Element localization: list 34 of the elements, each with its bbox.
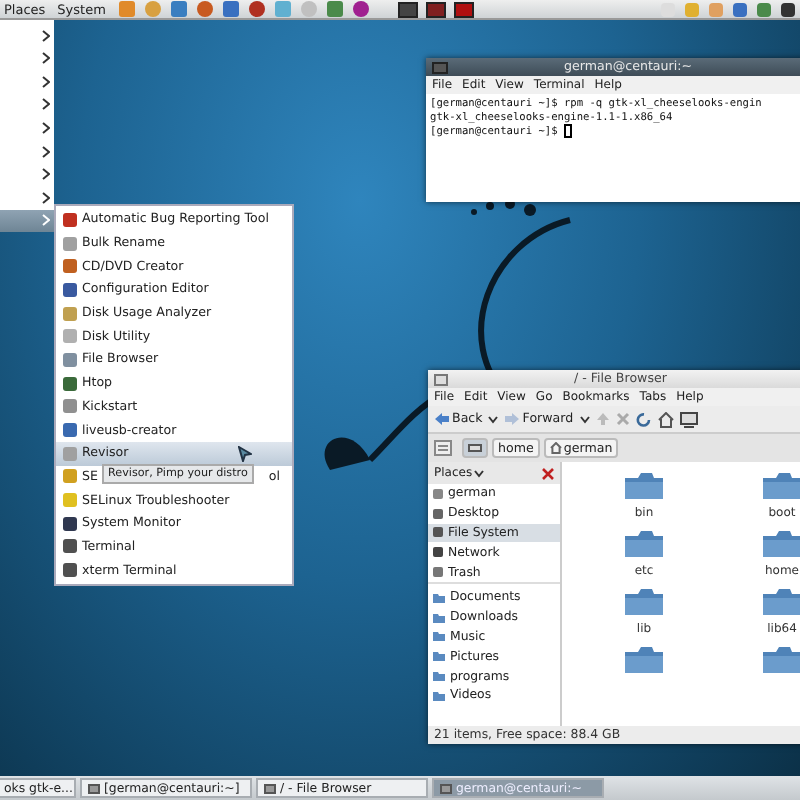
toggle-location-icon (434, 440, 452, 456)
folder-icon (762, 472, 800, 500)
text-cursor-icon (563, 124, 572, 138)
window-icon (440, 783, 452, 793)
folder-icon (762, 588, 800, 616)
folder-icon (434, 373, 448, 385)
folder-icon (624, 530, 664, 558)
drive-icon (468, 444, 482, 452)
stop-icon (615, 412, 630, 426)
up-arrow-icon (595, 412, 610, 426)
window-icon (88, 783, 100, 793)
right-arrow-icon (504, 412, 521, 426)
close-icon (542, 467, 554, 479)
folder-icon (624, 646, 664, 674)
computer-icon (679, 411, 698, 427)
home-icon (657, 411, 674, 427)
window-icon (264, 783, 276, 793)
terminal-icon (432, 61, 448, 73)
folder-icon (762, 530, 800, 558)
window-icon[interactable] (425, 1, 446, 17)
dropdown-caret-icon (474, 469, 485, 477)
folder-icon (624, 472, 664, 500)
dropdown-caret-icon (579, 415, 590, 423)
dropdown-caret-icon (488, 415, 499, 423)
folder-icon (624, 588, 664, 616)
left-arrow-icon (434, 412, 450, 426)
window-icon[interactable] (453, 1, 474, 17)
window-icon[interactable] (397, 1, 418, 17)
mouse-pointer-icon (238, 445, 252, 462)
folder-icon (762, 646, 800, 674)
menu-category[interactable] (0, 209, 54, 233)
home-icon (549, 442, 562, 454)
drive-button[interactable] (462, 438, 488, 458)
reload-icon (635, 411, 652, 427)
